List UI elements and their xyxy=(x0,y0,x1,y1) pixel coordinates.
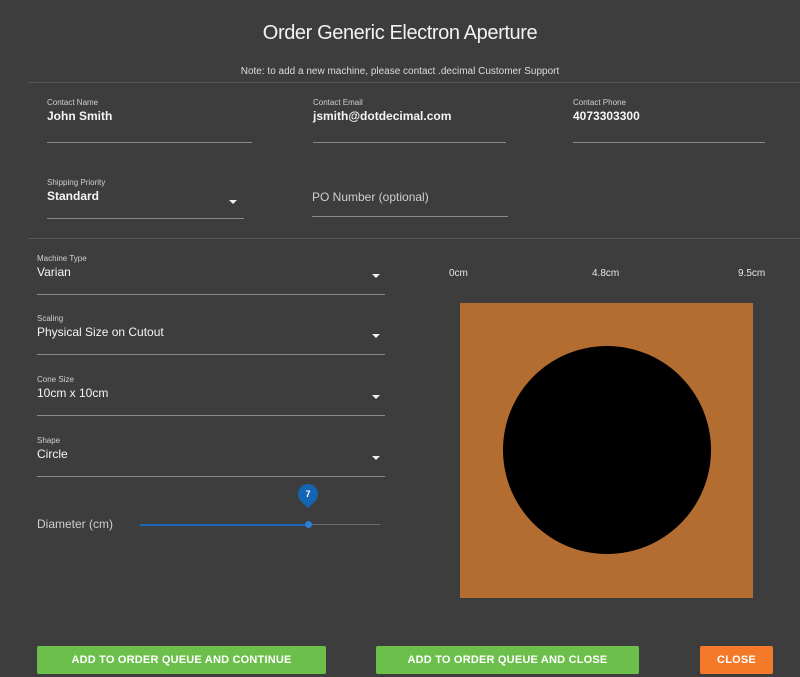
contact-email-field[interactable]: Contact Email jsmith@dotdecimal.com xyxy=(313,98,506,144)
close-button[interactable]: CLOSE xyxy=(700,646,773,674)
ruler-label-start: 0cm xyxy=(449,268,468,279)
slider-thumb[interactable] xyxy=(305,521,312,528)
contact-phone-underline xyxy=(573,142,765,143)
shipping-priority-underline xyxy=(47,218,244,219)
slider-value-text: 7 xyxy=(305,489,311,499)
support-note: Note: to add a new machine, please conta… xyxy=(240,66,560,77)
scaling-underline xyxy=(37,354,385,355)
header-divider xyxy=(28,82,800,83)
shape-underline xyxy=(37,476,385,477)
diameter-label: Diameter (cm) xyxy=(37,517,114,531)
contact-phone-label: Contact Phone xyxy=(573,98,626,107)
machine-type-underline xyxy=(37,294,385,295)
dialog-title: Order Generic Electron Aperture xyxy=(262,22,538,44)
shipping-priority-value: Standard xyxy=(47,189,100,203)
po-number-input[interactable]: PO Number (optional) xyxy=(312,190,508,220)
scaling-value: Physical Size on Cutout xyxy=(37,325,164,339)
chevron-down-icon xyxy=(372,395,380,399)
contact-name-value: John Smith xyxy=(47,109,113,123)
chevron-down-icon xyxy=(229,200,237,204)
po-number-underline xyxy=(312,216,508,217)
aperture-circle xyxy=(503,346,711,554)
diameter-slider[interactable]: 7 xyxy=(140,479,380,535)
contact-phone-value: 4073303300 xyxy=(573,109,640,123)
add-and-continue-button[interactable]: ADD TO ORDER QUEUE AND CONTINUE xyxy=(37,646,326,674)
section-divider xyxy=(28,238,800,239)
cone-size-select[interactable]: Cone Size 10cm x 10cm xyxy=(37,375,385,416)
ruler-label-end: 9.5cm xyxy=(738,268,766,279)
add-and-close-button[interactable]: ADD TO ORDER QUEUE AND CLOSE xyxy=(376,646,639,674)
shape-select[interactable]: Shape Circle xyxy=(37,436,385,477)
machine-type-value: Varian xyxy=(37,265,71,279)
shape-label: Shape xyxy=(37,436,61,445)
shipping-priority-label: Shipping Priority xyxy=(47,178,106,187)
cone-size-underline xyxy=(37,415,385,416)
contact-name-label: Contact Name xyxy=(47,98,99,107)
machine-type-select[interactable]: Machine Type Varian xyxy=(37,254,385,295)
cone-size-label: Cone Size xyxy=(37,375,74,384)
machine-type-label: Machine Type xyxy=(37,254,87,263)
chevron-down-icon xyxy=(372,456,380,460)
contact-name-underline xyxy=(47,142,252,143)
contact-name-field[interactable]: Contact Name John Smith xyxy=(47,98,252,144)
shape-value: Circle xyxy=(37,447,68,461)
contact-email-label: Contact Email xyxy=(313,98,363,107)
shipping-priority-select[interactable]: Shipping Priority Standard xyxy=(47,178,244,220)
cone-size-value: 10cm x 10cm xyxy=(37,386,109,400)
scaling-label: Scaling xyxy=(37,314,64,323)
chevron-down-icon xyxy=(372,334,380,338)
chevron-down-icon xyxy=(372,274,380,278)
contact-email-underline xyxy=(313,142,506,143)
slider-fill xyxy=(140,524,308,526)
order-aperture-dialog: Order Generic Electron Aperture Note: to… xyxy=(0,0,800,677)
po-number-placeholder: PO Number (optional) xyxy=(312,190,429,204)
contact-phone-field[interactable]: Contact Phone 4073303300 xyxy=(573,98,765,144)
contact-email-value: jsmith@dotdecimal.com xyxy=(313,109,452,123)
scaling-select[interactable]: Scaling Physical Size on Cutout xyxy=(37,314,385,355)
ruler-label-mid: 4.8cm xyxy=(592,268,620,279)
